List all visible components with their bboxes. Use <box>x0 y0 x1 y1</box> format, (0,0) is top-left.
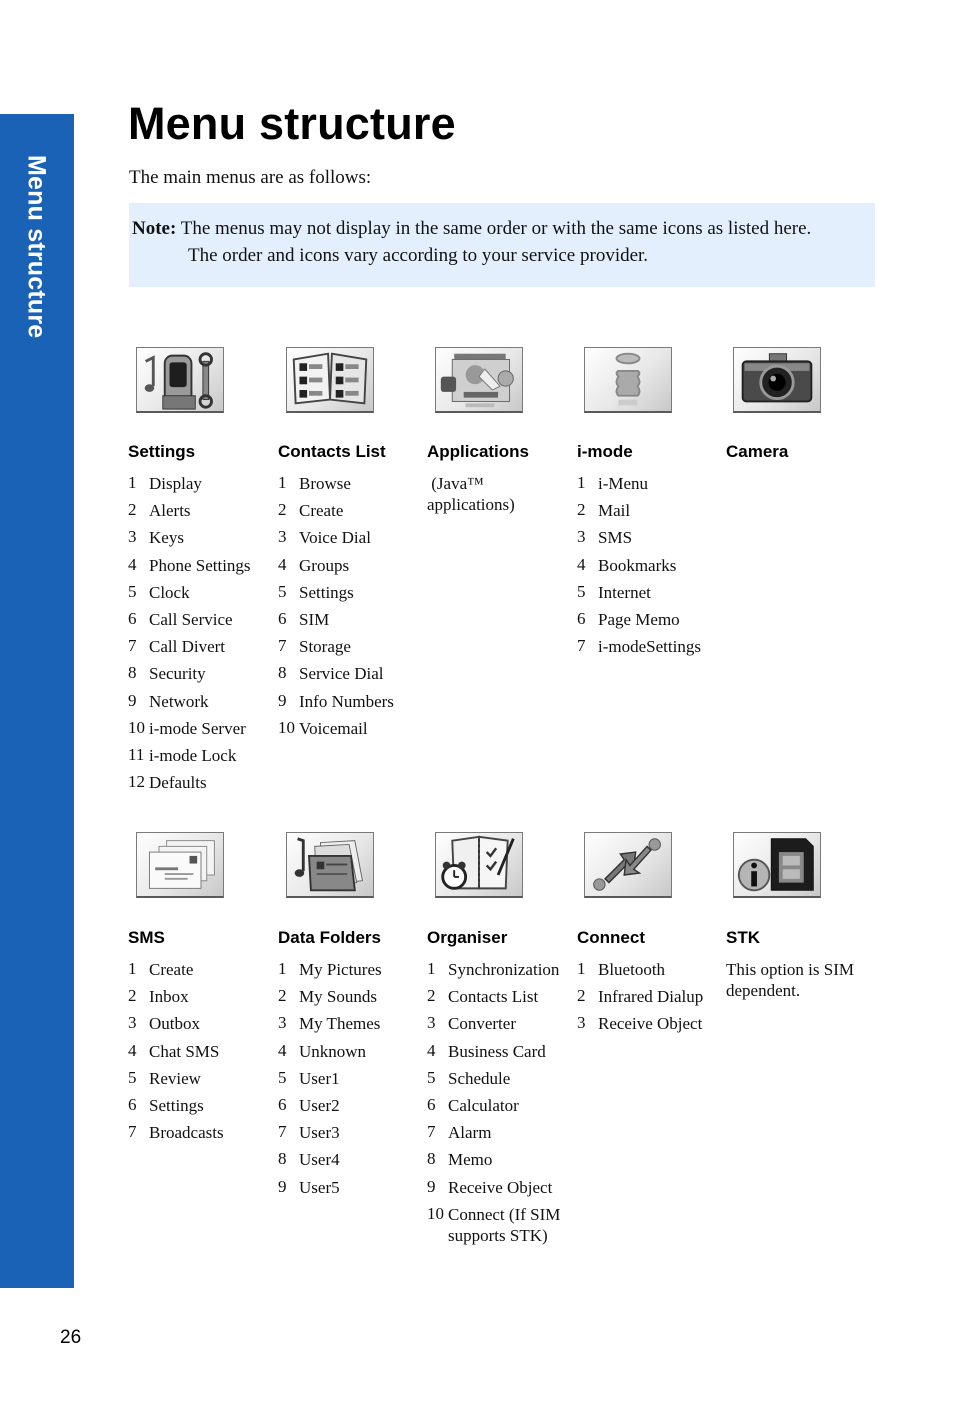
note-line-2: The order and icons vary according to yo… <box>188 245 649 266</box>
menu-title: Data Folders <box>278 928 381 947</box>
list-item: 11 i-mode Lock <box>128 744 237 765</box>
list-item: 2 Inbox <box>128 986 189 1007</box>
menu-list: 1 Browse 2 Create 3 Voice Dial 4 Groups 5 Set… <box>278 473 394 745</box>
list-item: 7 i-modeSettings <box>577 636 701 657</box>
camera-icon <box>733 347 821 413</box>
list-item: 4 Business Card <box>427 1040 546 1061</box>
menu-list: 1 Create 2 Inbox 3 Outbox 4 Chat SMS 5 Review… <box>128 959 224 1149</box>
list-item: 1 i-Menu <box>577 473 649 493</box>
list-item: 4 Bookmarks <box>577 554 677 575</box>
note-box: Note: The menus may not display in the s… <box>129 203 875 287</box>
list-item: 5 Settings <box>278 581 354 602</box>
list-item: 1 Create <box>128 959 194 979</box>
list-item: 5 Clock <box>128 581 190 602</box>
note-label: Note: <box>132 218 177 239</box>
list-item: 1 My Pictures <box>278 959 382 979</box>
list-item: 3 Converter <box>427 1013 516 1034</box>
list-item: 2 Create <box>278 500 344 521</box>
organiser-icon <box>435 832 523 898</box>
list-item: 12 Defaults <box>128 772 207 793</box>
side-tab-label: Menu structure <box>22 155 51 339</box>
list-item: 6 Call Service <box>128 608 233 629</box>
list-item: 10 Voicemail <box>278 717 368 738</box>
list-item: 5 Review <box>128 1067 201 1088</box>
list-item: 5 User1 <box>278 1067 340 1088</box>
list-item: 3 SMS <box>577 527 633 548</box>
i-mode-icon <box>584 347 672 413</box>
list-item: 8 User4 <box>278 1149 340 1170</box>
applications-icon <box>435 347 523 413</box>
list-item: 2 Contacts List <box>427 986 539 1007</box>
menu-list: 1 Synchronization 2 Contacts List 3 Convert… <box>427 959 577 1246</box>
menu-list: 1 My Pictures 2 My Sounds 3 My Themes 4 Unkn… <box>278 959 382 1204</box>
list-item: 7 User3 <box>278 1122 340 1143</box>
contacts-book-icon <box>286 347 374 413</box>
list-item: 3 My Themes <box>278 1013 381 1034</box>
list-item: 1 Browse <box>278 473 351 493</box>
menu-list: 1 i-Menu 2 Mail 3 SMS 4 Bookmarks 5 Internet … <box>577 473 701 663</box>
list-item: 6 Page Memo <box>577 608 680 629</box>
list-item: 8 Security <box>128 663 206 684</box>
note-line-1: The menus may not display in the same or… <box>180 218 812 239</box>
menu-list: 1 Display 2 Alerts 3 Keys 4 Phone Settings 5… <box>128 473 251 799</box>
list-item: 1 Bluetooth <box>577 959 666 979</box>
list-item: 3 Keys <box>128 527 184 548</box>
menu-description: This option is SIM dependent. <box>726 960 854 1000</box>
envelopes-icon <box>136 832 224 898</box>
list-item: 8 Memo <box>427 1149 493 1170</box>
list-item: 7 Alarm <box>427 1122 492 1143</box>
menu-title: Applications <box>427 442 530 461</box>
list-item: 9 Receive Object <box>427 1176 553 1197</box>
menu-list: 1 Bluetooth 2 Infrared Dialup 3 Receive Obj… <box>577 959 703 1041</box>
data-folder-icon <box>286 832 374 898</box>
menu-title: Organiser <box>427 928 508 947</box>
menu-title: Connect <box>577 928 645 947</box>
list-item: 7 Broadcasts <box>128 1122 224 1143</box>
connect-arrows-icon <box>584 832 672 898</box>
page-title: Menu structure <box>128 98 456 149</box>
menu-description: (Java™ applications) <box>427 474 515 514</box>
list-item: 9 User5 <box>278 1176 340 1197</box>
list-item: 3 Voice Dial <box>278 527 371 548</box>
list-item: 1 Display <box>128 473 202 493</box>
list-item: 6 SIM <box>278 608 330 629</box>
sim-info-icon <box>733 832 821 898</box>
list-item: 5 Schedule <box>427 1067 511 1088</box>
list-item: 4 Unknown <box>278 1040 367 1061</box>
list-item: 2 Alerts <box>128 500 191 521</box>
list-item: 4 Chat SMS <box>128 1040 220 1061</box>
menu-title: SMS <box>128 928 165 947</box>
list-item: 5 Internet <box>577 581 651 602</box>
list-item: 9 Info Numbers <box>278 690 394 711</box>
list-item: 7 Storage <box>278 636 351 657</box>
menu-title: STK <box>726 928 760 947</box>
list-item: 3 Receive Object <box>577 1013 703 1034</box>
menu-title: i-mode <box>577 442 633 461</box>
list-item: 3 Outbox <box>128 1013 200 1034</box>
list-item: 2 Infrared Dialup <box>577 986 704 1007</box>
menu-title: Settings <box>128 442 196 461</box>
settings-icon <box>136 347 224 413</box>
list-item: 6 Calculator <box>427 1094 519 1115</box>
list-item: 7 Call Divert <box>128 636 226 657</box>
list-item: 4 Phone Settings <box>128 554 251 575</box>
list-item: 2 Mail <box>577 500 631 521</box>
intro-text: The main menus are as follows: <box>129 167 372 188</box>
list-item: 1 Synchronization <box>427 959 560 979</box>
menu-title: Camera <box>726 442 789 461</box>
list-item: 4 Groups <box>278 554 350 575</box>
list-item: 10 i-mode Server <box>128 717 246 738</box>
list-item: 8 Service Dial <box>278 663 384 684</box>
menu-title: Contacts List <box>278 442 386 461</box>
list-item: 6 Settings <box>128 1094 204 1115</box>
page-number: 26 <box>60 1327 82 1348</box>
list-item: 10 Connect (If SIM supports STK) <box>427 1203 561 1245</box>
list-item: 9 Network <box>128 690 209 711</box>
list-item: 2 My Sounds <box>278 986 377 1007</box>
list-item: 6 User2 <box>278 1094 340 1115</box>
